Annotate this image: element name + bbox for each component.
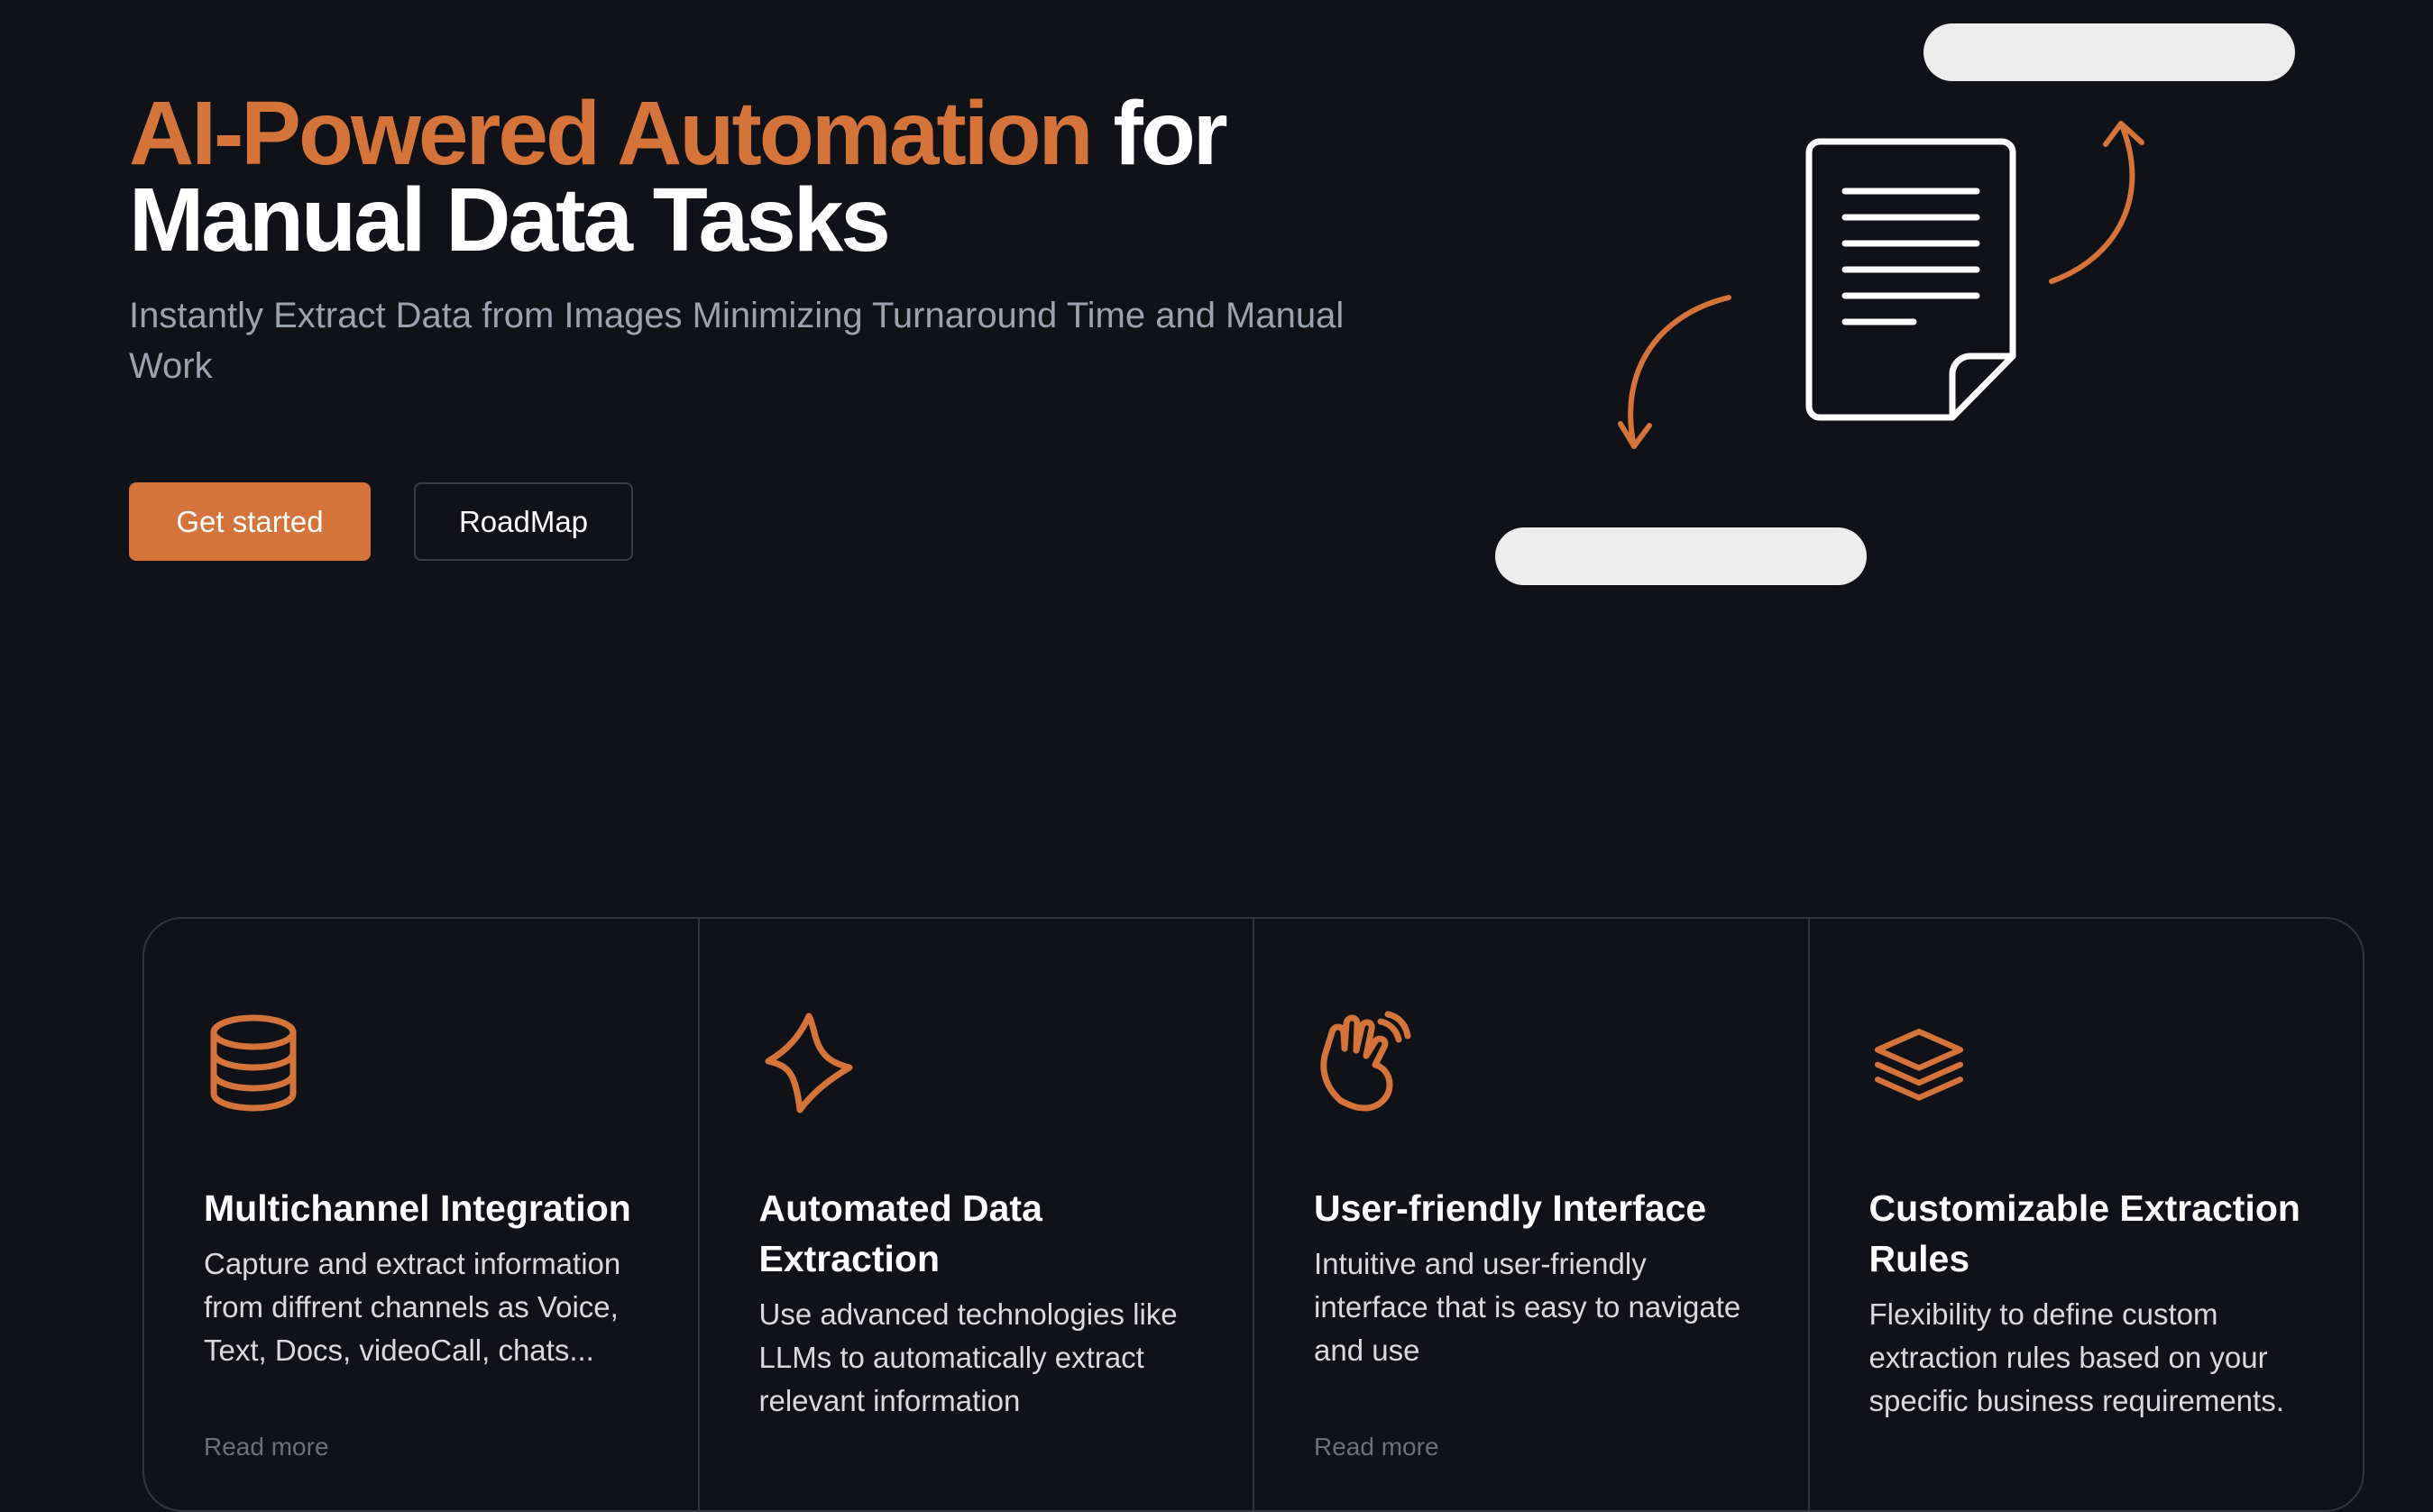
get-started-button[interactable]: Get started — [129, 482, 371, 561]
hero-subtitle: Instantly Extract Data from Images Minim… — [129, 296, 1345, 386]
placeholder-bar-top — [1923, 23, 2295, 81]
hero-buttons: Get started RoadMap — [129, 482, 633, 561]
features-grid: Multichannel Integration Capture and ext… — [142, 917, 2364, 1512]
hero-text: AI-Powered Automation for Manual Data Tas… — [129, 88, 1482, 391]
placeholder-bar-bottom — [1495, 527, 1867, 585]
feature-description: Flexibility to define custom extraction … — [1868, 1297, 2284, 1417]
arrow-down-icon — [1618, 295, 1731, 449]
roadmap-button[interactable]: RoadMap — [414, 482, 633, 561]
feature-description: Use advanced technologies like LLMs to a… — [758, 1297, 1178, 1417]
waving-hand-icon — [1320, 1011, 1411, 1112]
lightning-icon — [765, 1013, 852, 1113]
feature-title: Customizable Extraction Rules — [1868, 1187, 2300, 1279]
feature-card: Multichannel Integration Capture and ext… — [144, 919, 700, 1510]
read-more-link[interactable]: Read more — [204, 1433, 329, 1462]
stack-layers-icon — [1874, 1028, 1963, 1101]
hero-title-line2: Manual Data Tasks — [129, 170, 891, 270]
feature-card: Automated Data Extraction Use advanced t… — [700, 919, 1254, 1510]
arrow-up-icon — [2049, 121, 2144, 284]
hero-title-rest: for — [1090, 83, 1227, 184]
feature-card: Customizable Extraction Rules Flexibilit… — [1810, 919, 2364, 1510]
document-icon — [1805, 138, 2016, 421]
hero-title: AI-Powered Automation for Manual Data Tas… — [129, 88, 1482, 265]
read-more-link[interactable]: Read more — [1314, 1433, 1439, 1462]
feature-description: Intuitive and user-friendly interface th… — [1314, 1247, 1741, 1367]
feature-card: User-friendly Interface Intuitive and us… — [1254, 919, 1810, 1510]
document-illustration — [1618, 121, 2144, 449]
feature-description: Capture and extract information from dif… — [204, 1247, 621, 1367]
database-icon — [210, 1014, 297, 1112]
feature-title: Multichannel Integration — [204, 1187, 631, 1229]
feature-title: Automated Data Extraction — [758, 1187, 1042, 1279]
feature-title: User-friendly Interface — [1314, 1187, 1707, 1229]
